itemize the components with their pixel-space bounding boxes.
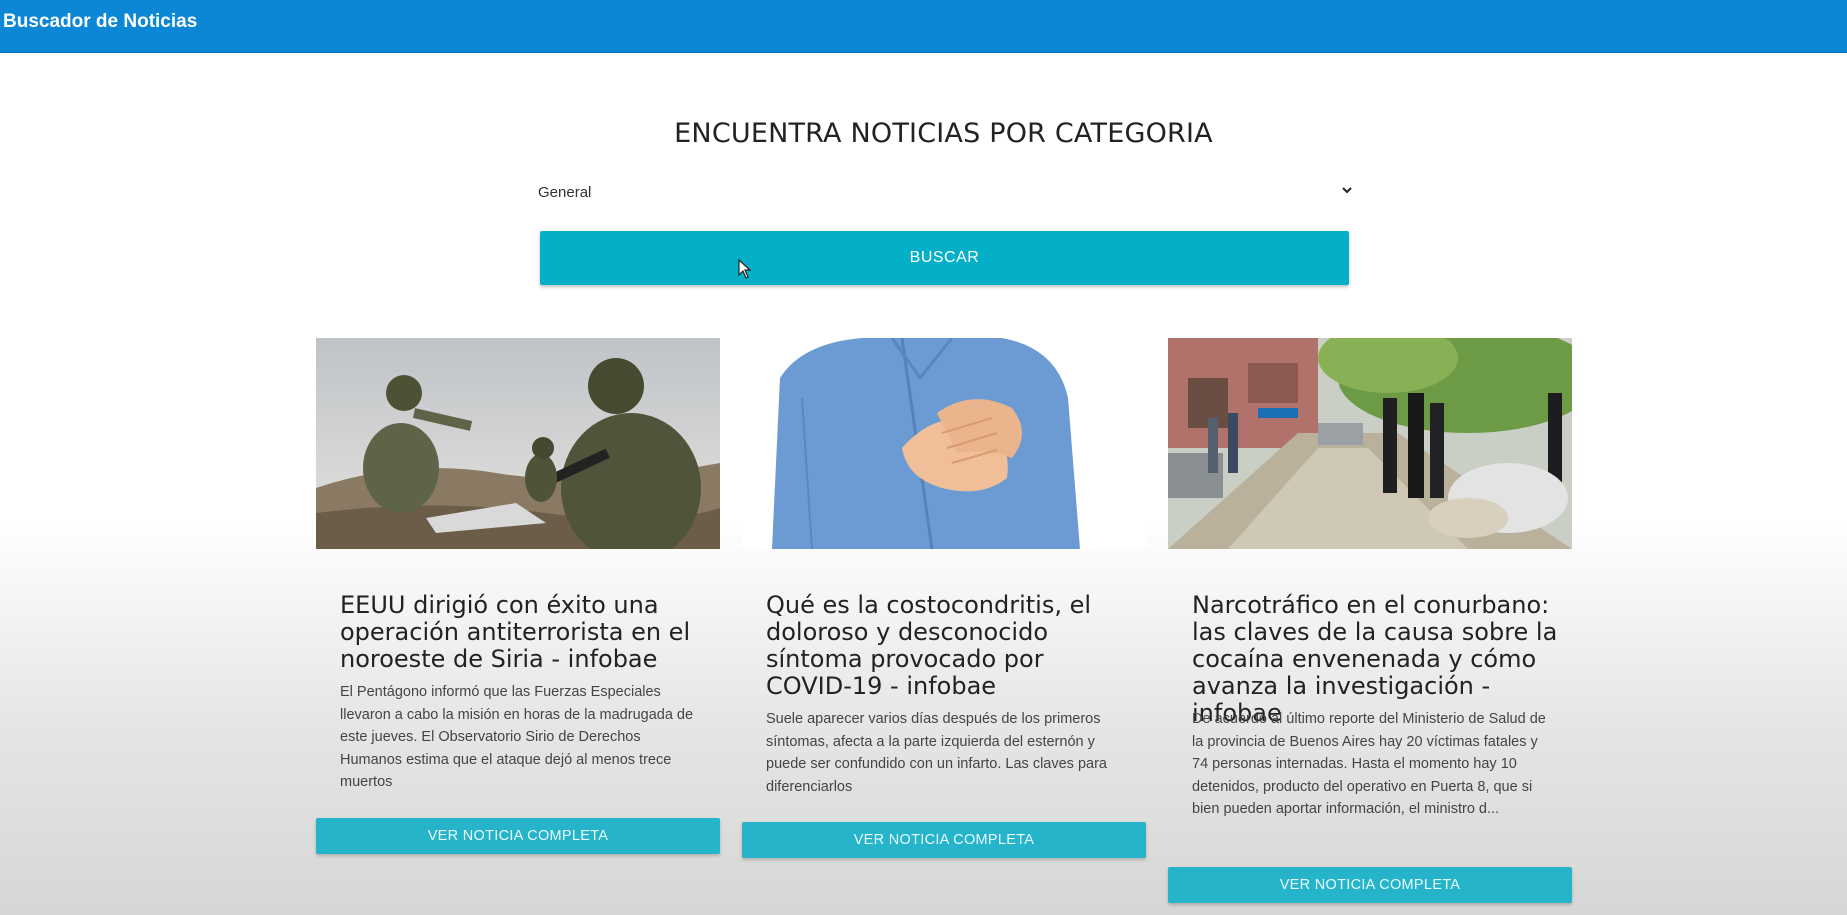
news-image-chest-pain[interactable]: [742, 338, 1146, 549]
news-description: El Pentágono informó que las Fuerzas Esp…: [340, 684, 694, 790]
category-select[interactable]: General: [538, 180, 1354, 208]
brand-title[interactable]: Buscador de Noticias: [3, 11, 197, 33]
category-select-value: General: [538, 184, 592, 201]
page-heading: ENCUENTRA NOTICIAS POR CATEGORIA: [674, 118, 1213, 149]
chevron-down-icon: [1342, 187, 1352, 194]
search-button[interactable]: BUSCAR: [540, 231, 1349, 285]
read-full-news-button[interactable]: VER NOTICIA COMPLETA: [316, 818, 720, 854]
news-title: EEUU dirigió con éxito una operación ant…: [340, 591, 691, 673]
read-full-news-button[interactable]: VER NOTICIA COMPLETA: [742, 822, 1146, 858]
news-image-soldiers[interactable]: [316, 338, 720, 549]
news-card: Narcotráfico en el conurbano: las claves…: [1168, 338, 1572, 904]
news-card: Qué es la costocondritis, el doloroso y …: [742, 338, 1146, 862]
top-navbar: Buscador de Noticias: [0, 0, 1847, 53]
read-full-news-button[interactable]: VER NOTICIA COMPLETA: [1168, 867, 1572, 903]
news-description: De acuerdo al último reporte del Ministe…: [1192, 711, 1546, 817]
news-title: Narcotráfico en el conurbano: las claves…: [1192, 591, 1558, 727]
news-description: Suele aparecer varios días después de lo…: [766, 711, 1107, 795]
news-card: EEUU dirigió con éxito una operación ant…: [316, 338, 720, 858]
mouse-cursor-icon: [738, 259, 752, 279]
news-title: Qué es la costocondritis, el doloroso y …: [766, 591, 1092, 700]
news-image-street-police[interactable]: [1168, 338, 1572, 549]
